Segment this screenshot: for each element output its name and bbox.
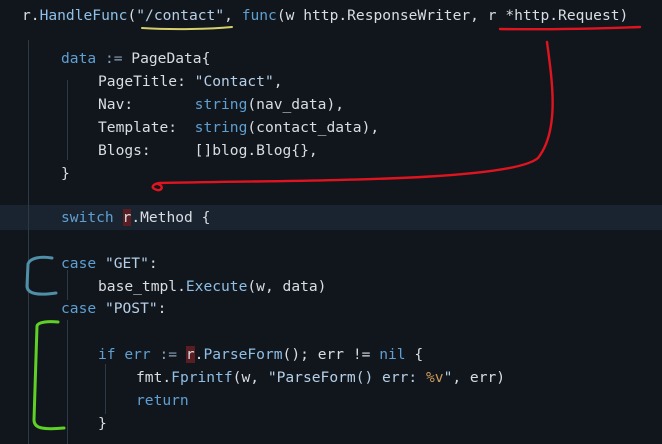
code-token: (w http.ResponseWriter, [276, 7, 488, 24]
code-token: return [136, 392, 189, 409]
code-line-nav[interactable]: Nav: string(nav_data), [98, 93, 344, 116]
code-token: (); err != [282, 346, 380, 363]
code-line-parseform[interactable]: if err := r.ParseForm(); err != nil { [98, 343, 423, 366]
code-token: Blogs: [98, 142, 195, 159]
code-token: } [61, 165, 70, 182]
code-token: fmt. [136, 369, 172, 386]
code-token: PageTitle: [98, 73, 195, 90]
code-line-return[interactable]: return [136, 389, 189, 412]
code-token: "ParseForm() err: [267, 369, 426, 386]
indent-guide [105, 364, 106, 414]
code-token: "/contact" [136, 7, 225, 24]
code-line-blogs[interactable]: Blogs: []blog.Blog{}, [98, 139, 318, 162]
code-token: Nav: [98, 96, 195, 113]
green-bracket-annotation [32, 320, 66, 431]
code-line-struct-close[interactable]: } [61, 162, 70, 185]
indent-guide [67, 320, 68, 444]
code-token: case [61, 255, 105, 272]
code-line-handlefunc[interactable]: r.HandleFunc("/contact", func(w http.Res… [22, 4, 628, 27]
code-token: Template: [98, 119, 195, 136]
code-token: := [159, 346, 186, 363]
code-token: string [194, 119, 248, 136]
code-token: { [405, 346, 424, 363]
code-line-execute[interactable]: base_tmpl.Execute(w, data) [98, 275, 326, 298]
request-underline-annotation [498, 25, 642, 31]
code-line-case-get[interactable]: case "GET": [61, 252, 158, 275]
code-token: , [224, 7, 242, 24]
code-token: *http.Request) [496, 7, 629, 24]
contact-underline-annotation [141, 26, 233, 31]
code-token: switch [61, 209, 123, 226]
code-token: r [487, 7, 497, 24]
code-token: Fprintf [171, 369, 233, 386]
code-token: ParseForm [203, 346, 283, 363]
code-line-case-post[interactable]: case "POST": [61, 297, 166, 320]
code-line-template[interactable]: Template: string(contact_data), [98, 116, 379, 139]
code-token: func [241, 7, 277, 24]
code-token: (nav_data), [247, 96, 345, 113]
code-editor[interactable]: r.HandleFunc("/contact", func(w http.Res… [0, 0, 662, 444]
code-line-if-close[interactable]: } [98, 412, 107, 435]
code-token: := [104, 50, 132, 67]
code-token: , err) [452, 369, 506, 386]
code-line-data-assign[interactable]: data := PageData{ [61, 47, 210, 70]
code-token: string [194, 96, 248, 113]
code-token: []blog.Blog{}, [194, 142, 318, 159]
indent-guide [67, 80, 68, 160]
code-token: r [185, 346, 195, 363]
code-token: nil [379, 346, 406, 363]
code-token: err [124, 346, 160, 363]
code-token: : [148, 255, 158, 272]
code-token: , [273, 73, 283, 90]
code-token: "Contact" [194, 73, 274, 90]
code-token: "GET" [104, 255, 149, 272]
code-token: (contact_data), [247, 119, 380, 136]
code-token: HandleFunc [39, 7, 128, 24]
code-line-fprintf[interactable]: fmt.Fprintf(w, "ParseForm() err: %v", er… [136, 366, 505, 389]
blue-bracket-annotation [25, 255, 58, 296]
code-token: base_tmpl. [98, 278, 186, 295]
code-token: r [122, 209, 132, 226]
code-token: %v [425, 369, 444, 386]
code-token: } [98, 415, 107, 432]
code-token: if [98, 346, 125, 363]
code-token: (w, data) [247, 278, 327, 295]
code-token: ( [127, 7, 137, 24]
code-token: "POST" [104, 300, 158, 317]
code-line-switch[interactable]: switch r.Method { [61, 206, 210, 229]
code-token: (w, [232, 369, 268, 386]
code-token: r. [22, 7, 40, 24]
code-token: .Method { [131, 209, 211, 226]
code-token: : [157, 300, 167, 317]
code-token: Execute [185, 278, 248, 295]
code-token: data [61, 50, 105, 67]
indent-guide [28, 40, 29, 444]
code-token: case [61, 300, 105, 317]
code-line-pagetitle[interactable]: PageTitle: "Contact", [98, 70, 283, 93]
code-token: PageData{ [131, 50, 211, 67]
